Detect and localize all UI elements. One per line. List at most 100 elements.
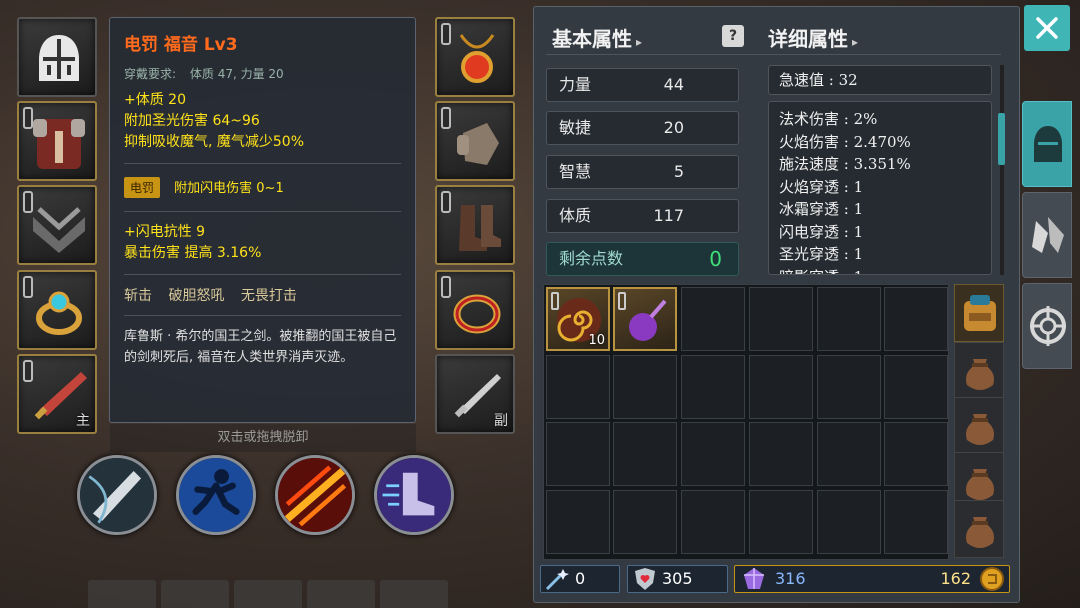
keys-counter: 0 bbox=[540, 565, 620, 593]
inventory-slot[interactable] bbox=[749, 355, 813, 419]
tab-runes[interactable] bbox=[1022, 283, 1072, 369]
pouch-icon bbox=[966, 414, 994, 445]
inventory-slot[interactable] bbox=[884, 287, 948, 351]
detail-attributes-header[interactable]: 详细属性 ▸ bbox=[768, 23, 858, 52]
inventory-slot[interactable] bbox=[749, 287, 813, 351]
help-icon[interactable]: ? bbox=[722, 25, 744, 47]
main-weapon-slot[interactable]: 主 bbox=[17, 354, 97, 434]
ring-icon bbox=[36, 291, 82, 335]
inventory-item[interactable] bbox=[613, 287, 677, 351]
detail-line: 圣光穿透 : 1 bbox=[779, 245, 864, 263]
stat-label: 智慧 bbox=[559, 162, 592, 181]
gauntlet-icon bbox=[1032, 217, 1064, 253]
remaining-value: 0 bbox=[709, 247, 722, 271]
inventory-slot[interactable] bbox=[681, 490, 745, 554]
shoulder-armor-slot[interactable] bbox=[17, 185, 97, 265]
detail-line: 闪电穿透 : 1 bbox=[779, 222, 864, 241]
caret-icon: ▸ bbox=[636, 35, 643, 49]
crystal-icon bbox=[744, 568, 764, 589]
helmet-icon bbox=[39, 35, 79, 81]
item-count: 10 bbox=[588, 333, 605, 348]
crystals-gold-counter: 316 162 bbox=[734, 565, 1010, 593]
potion-icon bbox=[629, 299, 667, 341]
inventory-slot[interactable] bbox=[749, 422, 813, 486]
scrollbar-thumb[interactable] bbox=[998, 113, 1005, 165]
bottom-tab[interactable] bbox=[88, 580, 156, 608]
skill-fire-strike[interactable] bbox=[275, 455, 355, 535]
offhand-tag: 副 bbox=[494, 413, 508, 429]
wand-icon bbox=[545, 569, 569, 591]
bottom-tab[interactable] bbox=[307, 580, 375, 608]
unequip-hint: 双击或拖拽脱卸 bbox=[110, 424, 416, 452]
detail-line: 施法速度 : 3.351% bbox=[779, 155, 911, 173]
crystals-value: 316 bbox=[775, 569, 806, 588]
caret-icon: ▸ bbox=[852, 35, 859, 49]
item-skills: 斩击 破胆怒吼 无畏打击 bbox=[124, 288, 297, 304]
inventory-slot[interactable] bbox=[681, 287, 745, 351]
stat-agility: 敏捷 20 bbox=[546, 111, 739, 145]
amulet-slot[interactable] bbox=[435, 17, 515, 97]
inventory-slot[interactable] bbox=[613, 490, 677, 554]
detail-line: 火焰穿透 : 1 bbox=[779, 177, 864, 196]
inventory-slot[interactable] bbox=[613, 355, 677, 419]
skill-swift-boots[interactable] bbox=[374, 455, 454, 535]
tab-crafting[interactable] bbox=[1022, 192, 1072, 278]
fire-slash-icon bbox=[278, 458, 352, 532]
skill-dash[interactable] bbox=[176, 455, 256, 535]
bag-backpack[interactable] bbox=[954, 284, 1004, 342]
boot-icon bbox=[377, 458, 451, 532]
close-button[interactable] bbox=[1024, 5, 1070, 51]
boots-icon bbox=[459, 205, 501, 251]
detail-line: 法术伤害 : 2% bbox=[779, 110, 878, 128]
helmet-icon bbox=[1034, 126, 1062, 162]
bag-slot[interactable] bbox=[954, 397, 1004, 455]
chest-armor-slot[interactable] bbox=[17, 101, 97, 181]
inventory-slot[interactable] bbox=[546, 355, 610, 419]
skill-slash[interactable] bbox=[77, 455, 157, 535]
inventory-slot[interactable] bbox=[884, 490, 948, 554]
inventory-slot[interactable] bbox=[817, 422, 881, 486]
running-icon bbox=[179, 458, 253, 532]
bag-slot[interactable] bbox=[954, 500, 1004, 558]
bottom-tab[interactable] bbox=[234, 580, 302, 608]
boots-slot[interactable] bbox=[435, 185, 515, 265]
offhand-slot[interactable]: 副 bbox=[435, 354, 515, 434]
inventory-slot[interactable] bbox=[817, 287, 881, 351]
inventory-slot[interactable] bbox=[884, 422, 948, 486]
inventory-slot[interactable] bbox=[749, 490, 813, 554]
inventory-slot[interactable] bbox=[546, 490, 610, 554]
tab-equipment[interactable] bbox=[1022, 101, 1072, 187]
inventory-slot[interactable] bbox=[681, 355, 745, 419]
stat-value: 5 bbox=[673, 162, 684, 181]
basic-attributes-header[interactable]: 基本属性 ▸ bbox=[552, 23, 642, 52]
ring-slot-right[interactable] bbox=[435, 270, 515, 350]
bottom-tab[interactable] bbox=[161, 580, 229, 608]
ring-slot-left[interactable] bbox=[17, 270, 97, 350]
haste-box: 急速值 : 32 bbox=[768, 65, 992, 95]
bottom-tab[interactable] bbox=[380, 580, 448, 608]
helmet-slot[interactable] bbox=[17, 17, 97, 97]
bag-slot[interactable] bbox=[954, 342, 1004, 400]
inventory-slot[interactable] bbox=[681, 422, 745, 486]
remaining-label: 剩余点数 bbox=[559, 249, 624, 268]
divider bbox=[546, 54, 1001, 55]
shards-value: 305 bbox=[662, 569, 693, 588]
rune-effect: 附加闪电伤害 0~1 bbox=[174, 181, 284, 196]
stat-strength: 力量 44 bbox=[546, 68, 739, 102]
inventory-slot[interactable] bbox=[613, 422, 677, 486]
detail-list[interactable]: 法术伤害 : 2% 火焰伤害 : 2.470% 施法速度 : 3.351% 火焰… bbox=[768, 101, 992, 275]
inventory-slot[interactable] bbox=[817, 490, 881, 554]
detail-line: 火焰伤害 : 2.470% bbox=[779, 132, 911, 151]
stat-value: 117 bbox=[653, 206, 684, 225]
requirement-label: 穿戴要求: bbox=[124, 67, 177, 81]
item-tooltip: 电罚 福音 Lv3 穿戴要求: 体质 47, 力量 20 +体质 20 附加圣光… bbox=[109, 17, 416, 423]
inventory-slot[interactable] bbox=[546, 422, 610, 486]
inventory-slot[interactable] bbox=[884, 355, 948, 419]
bonus-line: +闪电抗性 9 bbox=[124, 224, 206, 240]
scrollbar-track[interactable] bbox=[1000, 65, 1004, 275]
inventory-slot[interactable] bbox=[817, 355, 881, 419]
inventory-item[interactable]: 10 bbox=[546, 287, 610, 351]
item-requirement: 穿戴要求: 体质 47, 力量 20 bbox=[124, 65, 401, 82]
stat-value: 44 bbox=[663, 75, 684, 94]
gloves-slot[interactable] bbox=[435, 101, 515, 181]
